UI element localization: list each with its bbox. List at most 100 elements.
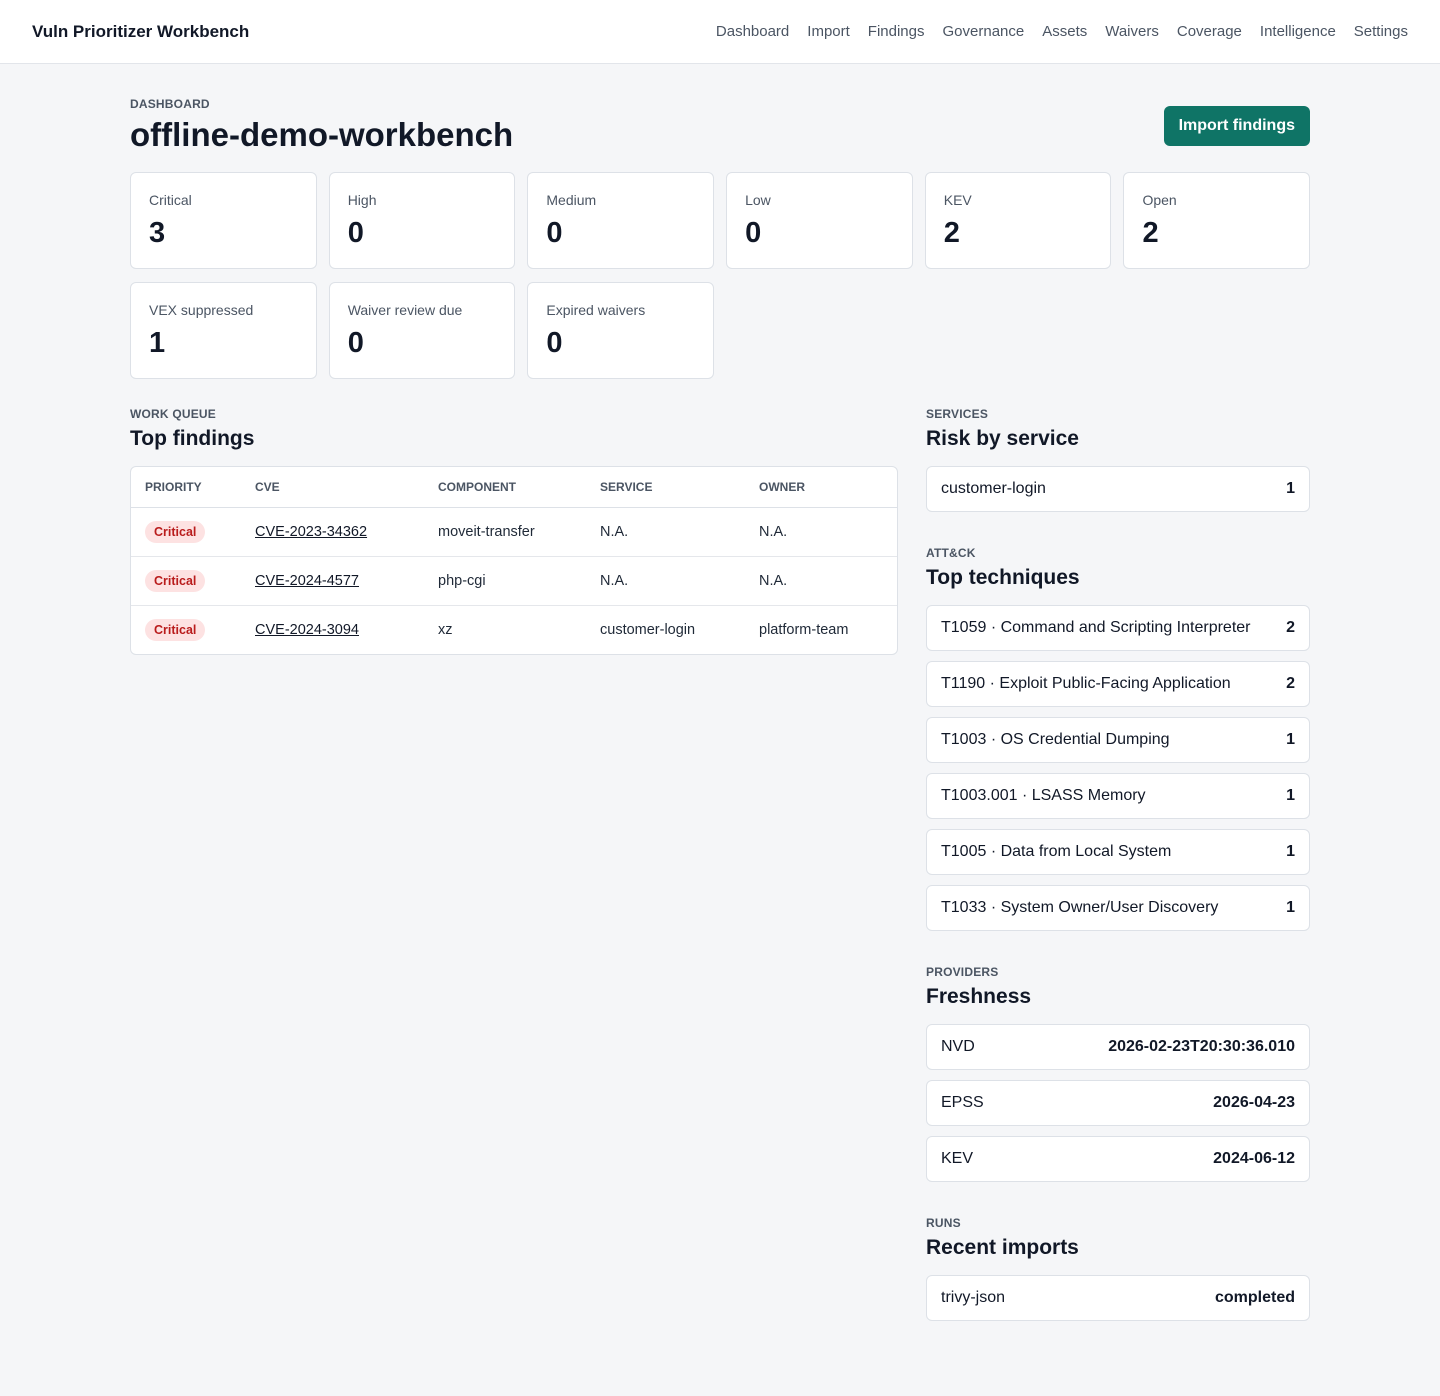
nav-waivers[interactable]: Waivers bbox=[1105, 23, 1159, 40]
attack-section: ATT&CK Top techniques T1059 · Command an… bbox=[926, 546, 1310, 931]
stat-label: Critical bbox=[149, 192, 192, 208]
runs-title: Recent imports bbox=[926, 1236, 1079, 1259]
list-item-value: completed bbox=[1214, 1289, 1295, 1306]
list-item: trivy-json completed bbox=[926, 1275, 1310, 1321]
services-title: Risk by service bbox=[926, 427, 1079, 450]
import-findings-button[interactable]: Import findings bbox=[1163, 106, 1310, 146]
owner-cell: N.A. bbox=[745, 507, 897, 557]
stat-card-waiver-review-due: Waiver review due 0 bbox=[328, 282, 516, 379]
list-item-value: 2026-02-23T20:30:36.010 bbox=[1108, 1038, 1295, 1055]
list-item-label: T1005 · Data from Local System bbox=[941, 843, 1172, 860]
stat-label: Waiver review due bbox=[347, 302, 463, 318]
page-eyebrow: DASHBOARD bbox=[130, 97, 210, 111]
stat-label: High bbox=[347, 192, 377, 208]
providers-eyebrow: PROVIDERS bbox=[926, 965, 999, 979]
list-item: NVD 2026-02-23T20:30:36.010 bbox=[926, 1024, 1310, 1070]
column-header-cve: CVE bbox=[241, 467, 424, 508]
list-item-value: 1 bbox=[1286, 731, 1295, 748]
stat-card-low: Low 0 bbox=[726, 172, 913, 269]
owner-cell: platform-team bbox=[759, 621, 849, 638]
priority-badge: Critical bbox=[145, 618, 206, 641]
page-header: DASHBOARD offline-demo-workbench Import … bbox=[130, 64, 1310, 172]
top-navbar: Vuln Prioritizer Workbench Dashboard Imp… bbox=[0, 0, 1440, 64]
table-row: Critical CVE-2024-3094 xz customer-login… bbox=[131, 605, 897, 654]
stat-card-medium: Medium 0 bbox=[527, 172, 714, 269]
imports-list: trivy-json completed bbox=[926, 1275, 1310, 1321]
page-title: offline-demo-workbench bbox=[130, 116, 514, 153]
stat-value: 3 bbox=[149, 217, 166, 249]
list-item-label: KEV bbox=[941, 1150, 974, 1167]
nav-import[interactable]: Import bbox=[807, 23, 850, 40]
list-item-label: T1190 · Exploit Public-Facing Applicatio… bbox=[941, 675, 1231, 692]
list-item-label: customer-login bbox=[941, 480, 1046, 497]
techniques-list: T1059 · Command and Scripting Interprete… bbox=[926, 605, 1310, 931]
list-item: T1059 · Command and Scripting Interprete… bbox=[926, 605, 1310, 651]
cve-link[interactable]: CVE-2024-4577 bbox=[255, 573, 359, 589]
list-item-label: T1059 · Command and Scripting Interprete… bbox=[941, 619, 1251, 636]
nav-governance[interactable]: Governance bbox=[943, 23, 1025, 40]
list-item-value: 2 bbox=[1286, 675, 1295, 692]
stat-label: Medium bbox=[546, 192, 597, 208]
list-item: T1003.001 · LSASS Memory 1 bbox=[926, 773, 1310, 819]
column-header-owner: OWNER bbox=[745, 467, 897, 508]
stat-value: 0 bbox=[546, 327, 563, 359]
stat-label: VEX suppressed bbox=[149, 302, 254, 318]
stat-label: Expired waivers bbox=[546, 302, 646, 318]
owner-cell: N.A. bbox=[745, 556, 897, 606]
stat-value: 1 bbox=[149, 327, 166, 359]
main-nav: Dashboard Import Findings Governance Ass… bbox=[716, 23, 1408, 40]
stat-card-kev: KEV 2 bbox=[924, 172, 1112, 269]
list-item-value: 2 bbox=[1286, 619, 1295, 636]
list-item: T1005 · Data from Local System 1 bbox=[926, 829, 1310, 875]
nav-findings[interactable]: Findings bbox=[868, 23, 925, 40]
column-header-service: SERVICE bbox=[586, 467, 745, 508]
table-row: Critical CVE-2023-34362 moveit-transfer … bbox=[131, 507, 897, 557]
list-item: EPSS 2026-04-23 bbox=[926, 1080, 1310, 1126]
services-list: customer-login 1 bbox=[926, 466, 1310, 512]
runs-eyebrow: RUNS bbox=[926, 1216, 961, 1230]
list-item-label: T1033 · System Owner/User Discovery bbox=[941, 899, 1219, 916]
stat-value: 0 bbox=[347, 327, 364, 359]
component-cell: xz bbox=[438, 621, 453, 638]
nav-settings[interactable]: Settings bbox=[1354, 23, 1408, 40]
priority-badge: Critical bbox=[145, 569, 206, 592]
cve-link[interactable]: CVE-2023-34362 bbox=[255, 524, 367, 540]
attack-title: Top techniques bbox=[926, 566, 1080, 589]
providers-section: PROVIDERS Freshness NVD 2026-02-23T20:30:… bbox=[926, 965, 1310, 1182]
work-queue-eyebrow: WORK QUEUE bbox=[130, 407, 216, 421]
providers-title: Freshness bbox=[926, 985, 1032, 1008]
list-item-label: EPSS bbox=[941, 1094, 984, 1111]
stat-value: 0 bbox=[546, 217, 563, 249]
column-header-priority: PRIORITY bbox=[131, 467, 241, 508]
component-cell: moveit-transfer bbox=[424, 507, 586, 557]
list-item: T1033 · System Owner/User Discovery 1 bbox=[926, 885, 1310, 931]
stat-label: Low bbox=[745, 192, 771, 208]
stat-card-open: Open 2 bbox=[1123, 172, 1310, 269]
nav-coverage[interactable]: Coverage bbox=[1177, 23, 1242, 40]
freshness-list: NVD 2026-02-23T20:30:36.010 EPSS 2026-04-2… bbox=[926, 1024, 1310, 1182]
list-item: T1003 · OS Credential Dumping 1 bbox=[926, 717, 1310, 763]
nav-intelligence[interactable]: Intelligence bbox=[1260, 23, 1336, 40]
cve-link[interactable]: CVE-2024-3094 bbox=[255, 622, 359, 638]
list-item-label: NVD bbox=[941, 1038, 975, 1055]
stat-card-high: High 0 bbox=[328, 172, 516, 269]
list-item-label: T1003.001 · LSASS Memory bbox=[941, 787, 1146, 804]
stat-label: Open bbox=[1142, 192, 1177, 208]
list-item: customer-login 1 bbox=[926, 466, 1310, 512]
list-item-value: 1 bbox=[1286, 843, 1295, 860]
stat-card-expired-waivers: Expired waivers 0 bbox=[527, 282, 714, 379]
list-item-label: trivy-json bbox=[941, 1289, 1006, 1306]
nav-assets[interactable]: Assets bbox=[1042, 23, 1087, 40]
attack-eyebrow: ATT&CK bbox=[926, 546, 976, 560]
services-eyebrow: SERVICES bbox=[926, 407, 989, 421]
list-item: KEV 2024-06-12 bbox=[926, 1136, 1310, 1182]
list-item-value: 1 bbox=[1286, 787, 1295, 804]
component-cell: php-cgi bbox=[424, 556, 586, 606]
right-sidebar: SERVICES Risk by service customer-login 1… bbox=[926, 407, 1310, 1355]
list-item-value: 2024-06-12 bbox=[1213, 1150, 1295, 1167]
list-item-value: 1 bbox=[1286, 899, 1295, 916]
nav-dashboard[interactable]: Dashboard bbox=[716, 23, 789, 40]
list-item-label: T1003 · OS Credential Dumping bbox=[941, 731, 1170, 748]
stat-value: 0 bbox=[745, 217, 762, 249]
list-item: T1190 · Exploit Public-Facing Applicatio… bbox=[926, 661, 1310, 707]
